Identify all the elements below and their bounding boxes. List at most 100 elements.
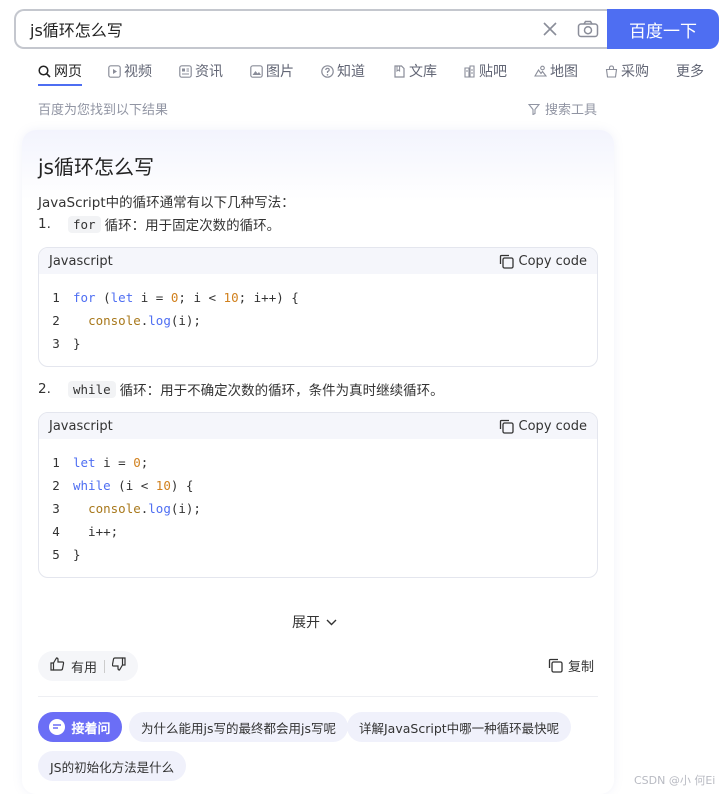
tab-label: 采购 [621,64,649,80]
answer-intro: JavaScript中的循环通常有以下几种写法： [38,195,295,211]
tab-label: 更多 [676,64,704,80]
expand-label: 展开 [292,615,320,631]
clear-icon[interactable] [531,11,569,47]
copy-answer-label: 复制 [568,660,595,675]
copy-icon [548,658,563,673]
line-number: 1 [52,455,60,470]
copy-code-label: Copy code [518,418,587,434]
search-bar: js循环怎么写 百度一下 [14,9,719,49]
tab-label: 网页 [54,64,82,80]
copy-code-label: Copy code [518,253,587,269]
inline-code: while [68,380,116,398]
copy-answer-button[interactable]: 复制 [548,656,594,675]
tab-label: 视频 [124,64,152,80]
code-block: Javascript Copy code 1 let i = 0; 2 whil… [38,412,598,578]
code-text: console.log(i); [88,313,201,328]
tieba-icon [464,64,475,78]
doc-icon [394,64,405,78]
ai-answer-card: js循环怎么写 JavaScript中的循环通常有以下几种写法： 1. for … [22,130,614,794]
list-item-number: 2. [38,381,51,397]
code-text: i++; [73,524,119,539]
feedback-group: 有用 [38,651,138,681]
video-icon [108,64,121,78]
question-icon [321,64,334,78]
tab-news[interactable]: 资讯 [179,61,250,81]
camera-icon[interactable] [569,11,607,47]
code-text: console.log(i); [88,501,201,516]
section-divider [38,696,598,697]
tab-tieba[interactable]: 贴吧 [463,61,534,81]
code-line: 1 let i = 0; [39,451,597,474]
tab-zhidao[interactable]: 知道 [321,61,393,81]
search-results-page: js循环怎么写 百度一下 网页 视频 资讯 图片 知道 文库 贴吧 地图 采购 … [0,0,727,794]
code-line: 5 } [39,543,597,566]
code-language: Javascript [49,253,113,269]
copy-code-button[interactable]: Copy code [499,254,587,269]
tab-label: 贴吧 [479,64,507,80]
ask-label: 接着问 [71,721,111,737]
copy-code-button[interactable]: Copy code [499,419,587,434]
chat-bubble-icon [49,719,66,735]
copy-icon [499,419,514,434]
list-item: 1. for 循环：用于固定次数的循环。 [38,214,280,234]
tab-label: 图片 [266,64,294,80]
suggestion-chip[interactable]: 详解JavaScript中哪一种循环最快呢 [347,712,572,742]
search-input[interactable]: js循环怎么写 [14,9,607,49]
map-icon [534,65,547,77]
search-tools-button[interactable]: 搜索工具 [528,99,597,118]
code-body: 1 let i = 0; 2 while (i < 10) { 3 consol… [39,439,597,572]
code-text: } [73,336,81,351]
code-line: 2 console.log(i); [39,309,597,332]
active-tab-indicator [38,84,82,86]
code-line: 4 i++; [39,520,597,543]
follow-up-ask-button[interactable]: 接着问 [38,712,122,742]
search-tabs: 网页 视频 资讯 图片 知道 文库 贴吧 地图 采购 更多 [38,60,716,82]
useful-label[interactable]: 有用 [71,657,97,676]
code-body: 1 for (let i = 0; i < 10; i++) { 2 conso… [39,274,597,361]
copy-icon [499,254,514,269]
code-header: Javascript Copy code [39,413,597,439]
thumbs-up-icon[interactable] [50,657,65,675]
watermark: CSDN @小 何Ei [634,774,716,787]
result-count: 百度为您找到以下结果 [38,103,169,118]
thumbs-down-icon[interactable] [111,657,126,675]
code-line: 2 while (i < 10) { [39,474,597,497]
tab-map[interactable]: 地图 [534,61,605,81]
search-icon [38,64,51,78]
search-button[interactable]: 百度一下 [607,9,719,49]
tab-video[interactable]: 视频 [108,61,179,81]
tab-shopping[interactable]: 采购 [605,61,676,81]
shop-icon [605,64,618,78]
list-item: 2. while 循环：用于不确定次数的循环，条件为真时继续循环。 [38,379,444,399]
tab-web[interactable]: 网页 [38,61,108,81]
tab-more[interactable]: 更多 [676,61,716,81]
tab-label: 文库 [409,64,437,80]
tab-images[interactable]: 图片 [250,61,321,81]
inline-code: for [68,215,101,233]
tab-wenku[interactable]: 文库 [393,61,463,81]
expand-button[interactable]: 展开 [292,612,337,632]
suggestion-chip[interactable]: 为什么能用js写的最终都会用js写呢 [129,712,348,742]
code-language: Javascript [49,418,113,434]
tab-label: 资讯 [195,64,223,80]
search-query-text[interactable]: js循环怎么写 [30,17,531,41]
list-item-text: 循环：用于不确定次数的循环，条件为真时继续循环。 [119,383,444,399]
code-header: Javascript Copy code [39,248,597,274]
filter-icon [528,103,540,115]
list-item-text: 循环：用于固定次数的循环。 [104,218,281,234]
divider [104,659,106,673]
news-icon [179,64,192,78]
line-number: 2 [52,478,60,493]
code-line: 3 } [39,332,597,355]
search-tools-label: 搜索工具 [545,103,598,118]
suggestion-chip[interactable]: JS的初始化方法是什么 [38,751,187,781]
answer-title: js循环怎么写 [38,155,154,179]
content-fade-overlay [38,588,598,610]
code-text: let i = 0; [73,455,149,470]
chevron-down-icon [326,619,337,625]
list-item-number: 1. [38,216,51,232]
line-number: 3 [52,501,60,516]
code-line: 1 for (let i = 0; i < 10; i++) { [39,286,597,309]
code-block: Javascript Copy code 1 for (let i = 0; i… [38,247,598,367]
line-number: 3 [52,336,60,351]
